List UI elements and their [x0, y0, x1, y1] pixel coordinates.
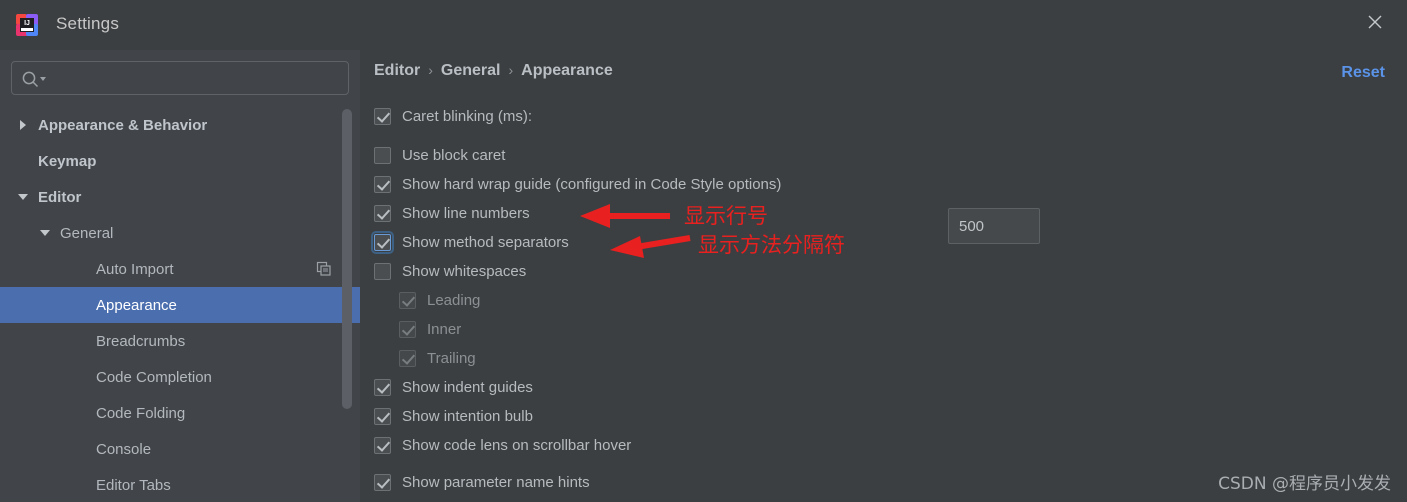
option-label: Trailing	[427, 350, 476, 367]
option-row[interactable]: Show line numbers	[374, 199, 530, 228]
option-label: Show whitespaces	[402, 263, 527, 280]
chevron-down-icon[interactable]	[16, 190, 30, 204]
checkbox[interactable]	[374, 437, 391, 454]
sidebar-scrollbar-track[interactable]	[342, 107, 356, 502]
sidebar-item-console[interactable]: Console	[0, 431, 360, 467]
checkbox[interactable]	[374, 147, 391, 164]
option-row[interactable]: Leading	[399, 286, 480, 315]
breadcrumb-separator: ›	[428, 62, 433, 78]
sidebar-item-label: Appearance & Behavior	[38, 116, 208, 134]
option-row[interactable]: Show parameter name hints	[374, 468, 590, 497]
option-label: Show hard wrap guide (configured in Code…	[402, 176, 782, 193]
checkbox[interactable]	[374, 263, 391, 280]
sidebar-item-code-completion[interactable]: Code Completion	[0, 359, 360, 395]
checkbox[interactable]	[399, 350, 416, 367]
sidebar-item-general[interactable]: General	[0, 215, 360, 251]
sidebar-item-editor[interactable]: Editor	[0, 179, 360, 215]
option-label: Show code lens on scrollbar hover	[402, 437, 632, 454]
option-row[interactable]: Trailing	[399, 344, 476, 373]
option-row[interactable]: Show indent guides	[374, 373, 533, 402]
intellij-idea-logo-icon: IJ	[14, 12, 40, 38]
option-row[interactable]: Show whitespaces	[374, 257, 526, 286]
sidebar-item-keymap[interactable]: Keymap	[0, 143, 360, 179]
breadcrumb-item[interactable]: Appearance	[521, 62, 613, 79]
option-label: Caret blinking (ms):	[402, 108, 533, 125]
caret-blinking-input[interactable]	[948, 208, 1040, 244]
option-label: Show indent guides	[402, 379, 533, 396]
settings-sidebar: Appearance & Behavior Keymap Editor General…	[0, 50, 360, 502]
sidebar-item-label: Console	[96, 440, 152, 458]
sidebar-item-auto-import[interactable]: Auto Import	[0, 251, 360, 287]
window-title: Settings	[56, 14, 120, 33]
option-label: Leading	[427, 292, 481, 309]
chevron-right-icon[interactable]	[16, 118, 30, 132]
sidebar-item-breadcrumbs[interactable]: Breadcrumbs	[0, 323, 360, 359]
reset-link[interactable]: Reset	[1341, 64, 1385, 82]
settings-main-panel: Editor › General › Appearance Reset Caret bl…	[360, 50, 1407, 502]
breadcrumb: Editor › General › Appearance	[374, 62, 613, 80]
title-bar: IJ Settings	[0, 0, 1407, 50]
checkbox[interactable]	[371, 231, 394, 254]
option-row[interactable]: Show hard wrap guide (configured in Code…	[374, 170, 781, 199]
option-row[interactable]: Show code lens on scrollbar hover	[374, 431, 631, 460]
breadcrumb-item[interactable]: General	[441, 62, 501, 79]
sidebar-item-appearance-behavior[interactable]: Appearance & Behavior	[0, 107, 360, 143]
sidebar-item-label: Code Folding	[96, 404, 186, 422]
sidebar-item-label: Editor	[38, 188, 82, 206]
chevron-down-icon[interactable]	[38, 226, 52, 240]
sidebar-scrollbar-thumb[interactable]	[342, 109, 352, 409]
sidebar-item-label: Auto Import	[96, 260, 174, 278]
checkbox[interactable]	[399, 321, 416, 338]
checkbox[interactable]	[399, 292, 416, 309]
search-icon	[21, 69, 49, 89]
option-row[interactable]: Show method separators	[371, 228, 569, 257]
options-list: Caret blinking (ms): Use block caret Show …	[360, 102, 1407, 502]
checkbox[interactable]	[374, 474, 391, 491]
checkbox[interactable]	[374, 108, 391, 125]
option-label: Inner	[427, 321, 462, 338]
search-input[interactable]	[52, 62, 346, 96]
svg-text:IJ: IJ	[24, 20, 30, 27]
checkbox[interactable]	[374, 408, 391, 425]
option-label: Show parameter name hints	[402, 474, 590, 491]
sidebar-item-label: General	[60, 224, 114, 242]
sidebar-item-label: Editor Tabs	[96, 476, 171, 494]
checkbox[interactable]	[374, 205, 391, 222]
checkbox[interactable]	[374, 176, 391, 193]
option-row[interactable]: Inner	[399, 315, 461, 344]
watermark: CSDN @程序员小发发	[1218, 474, 1391, 494]
breadcrumb-separator: ›	[508, 62, 514, 78]
option-row[interactable]: Use block caret	[374, 141, 505, 170]
sidebar-item-label: Appearance	[96, 296, 177, 314]
option-label: Show intention bulb	[402, 408, 533, 425]
copy-icon[interactable]	[316, 261, 332, 277]
sidebar-item-label: Breadcrumbs	[96, 332, 186, 350]
option-row[interactable]: Show intention bulb	[374, 402, 533, 431]
close-icon[interactable]	[1355, 4, 1395, 40]
option-row[interactable]: Caret blinking (ms):	[374, 102, 532, 131]
sidebar-item-editor-tabs[interactable]: Editor Tabs	[0, 467, 360, 502]
settings-dialog: IJ Settings Appearance & Behavior Keymap…	[0, 0, 1407, 502]
checkbox[interactable]	[374, 379, 391, 396]
sidebar-item-label: Keymap	[38, 152, 97, 170]
sidebar-item-code-folding[interactable]: Code Folding	[0, 395, 360, 431]
settings-tree: Appearance & Behavior Keymap Editor General…	[0, 107, 360, 502]
option-label: Show method separators	[402, 234, 569, 251]
option-label: Use block caret	[402, 147, 506, 164]
search-box[interactable]	[11, 61, 349, 96]
option-label: Show line numbers	[402, 205, 530, 222]
sidebar-item-label: Code Completion	[96, 368, 212, 386]
sidebar-item-appearance[interactable]: Appearance	[0, 287, 360, 323]
breadcrumb-item[interactable]: Editor	[374, 62, 420, 79]
